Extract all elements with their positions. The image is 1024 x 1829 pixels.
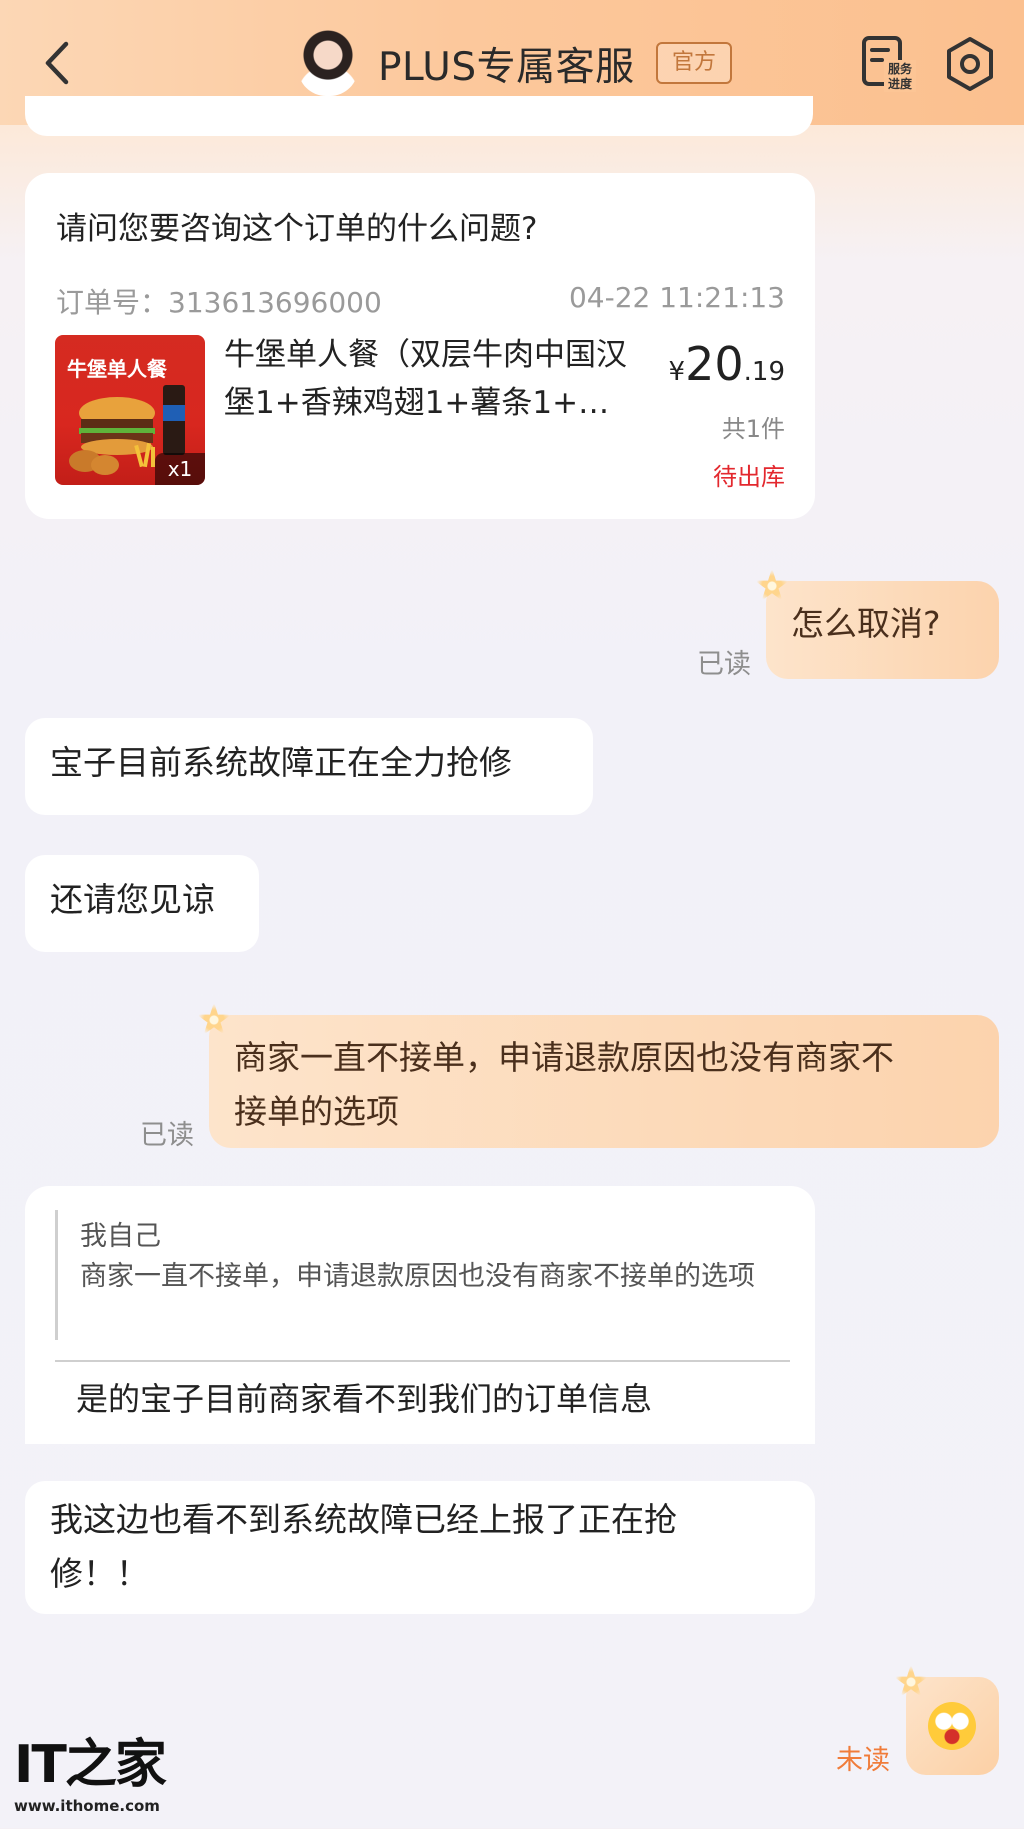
ithome-logo: IT之家: [14, 1735, 167, 1795]
read-status: 已读: [697, 649, 751, 680]
order-number: 订单号：313613696000: [56, 286, 382, 319]
message-text: 还请您见谅: [50, 880, 215, 919]
agent-message-bubble[interactable]: 还请您见谅: [25, 855, 259, 952]
user-message-bubble[interactable]: 商家一直不接单，申请退款原因也没有商家不 接单的选项: [209, 1015, 999, 1148]
official-badge: 官方: [656, 42, 732, 84]
price-symbol: ¥: [668, 357, 686, 387]
order-time: 04-22 11:21:13: [568, 281, 785, 314]
agent-message-bubble[interactable]: 宝子目前系统故障正在全力抢修: [25, 718, 593, 815]
settings-icon[interactable]: [944, 36, 996, 92]
page-title: PLUS专属客服: [378, 45, 635, 90]
read-status: 已读: [140, 1120, 194, 1151]
previous-message-card: [25, 96, 813, 136]
message-text: 是的宝子目前商家看不到我们的订单信息: [76, 1380, 653, 1418]
product-thumbnail[interactable]: 牛堡单人餐 x1: [55, 335, 205, 485]
ithome-watermark: IT之家 www.ithome.com: [14, 1735, 167, 1820]
quote-bar: [55, 1210, 58, 1340]
message-text-line-1: 商家一直不接单，申请退款原因也没有商家不: [234, 1038, 894, 1077]
quote-text: 商家一直不接单，申请退款原因也没有商家不接单的选项: [80, 1261, 755, 1292]
quote-author: 我自己: [80, 1221, 161, 1252]
message-text: 宝子目前系统故障正在全力抢修: [50, 743, 512, 782]
svg-text:进度: 进度: [888, 76, 913, 91]
watermark-url: www.ithome.com: [14, 1797, 160, 1815]
message-text-line-2: 接单的选项: [234, 1092, 399, 1131]
message-text: 怎么取消?: [791, 604, 941, 643]
crying-face-icon: [928, 1702, 976, 1750]
quote-divider: [55, 1360, 790, 1362]
back-arrow-icon[interactable]: [38, 38, 78, 88]
agent-avatar[interactable]: [298, 30, 358, 96]
agent-message-bubble[interactable]: 我这边也看不到系统故障已经上报了正在抢 修！！: [25, 1481, 815, 1614]
unread-status: 未读: [836, 1745, 890, 1776]
agent-quoted-reply-card[interactable]: 我自己 商家一直不接单，申请退款原因也没有商家不接单的选项 是的宝子目前商家看不…: [25, 1186, 815, 1444]
service-progress-icon[interactable]: 服务 进度: [860, 34, 916, 94]
order-inquiry-card[interactable]: 请问您要咨询这个订单的什么问题? 订单号：313613696000 04-22 …: [25, 173, 815, 519]
message-text-line-2: 修！！: [50, 1554, 149, 1593]
price-decimal: .19: [743, 357, 785, 387]
user-message-bubble[interactable]: 怎么取消?: [766, 581, 999, 679]
product-name: 牛堡单人餐（双层牛肉中国汉堡1+香辣鸡翅1+薯条1+…: [224, 337, 627, 421]
item-count: 共1件: [721, 415, 785, 443]
price-integer: 20: [685, 337, 744, 391]
svg-text:服务: 服务: [888, 61, 913, 76]
product-price: ¥20.19: [669, 337, 785, 391]
message-text-line-1: 我这边也看不到系统故障已经上报了正在抢: [50, 1500, 677, 1539]
order-status: 待出库: [713, 463, 785, 491]
order-question: 请问您要咨询这个订单的什么问题?: [56, 211, 538, 247]
quantity-badge: x1: [155, 453, 205, 485]
user-emoji-bubble[interactable]: [906, 1677, 999, 1775]
